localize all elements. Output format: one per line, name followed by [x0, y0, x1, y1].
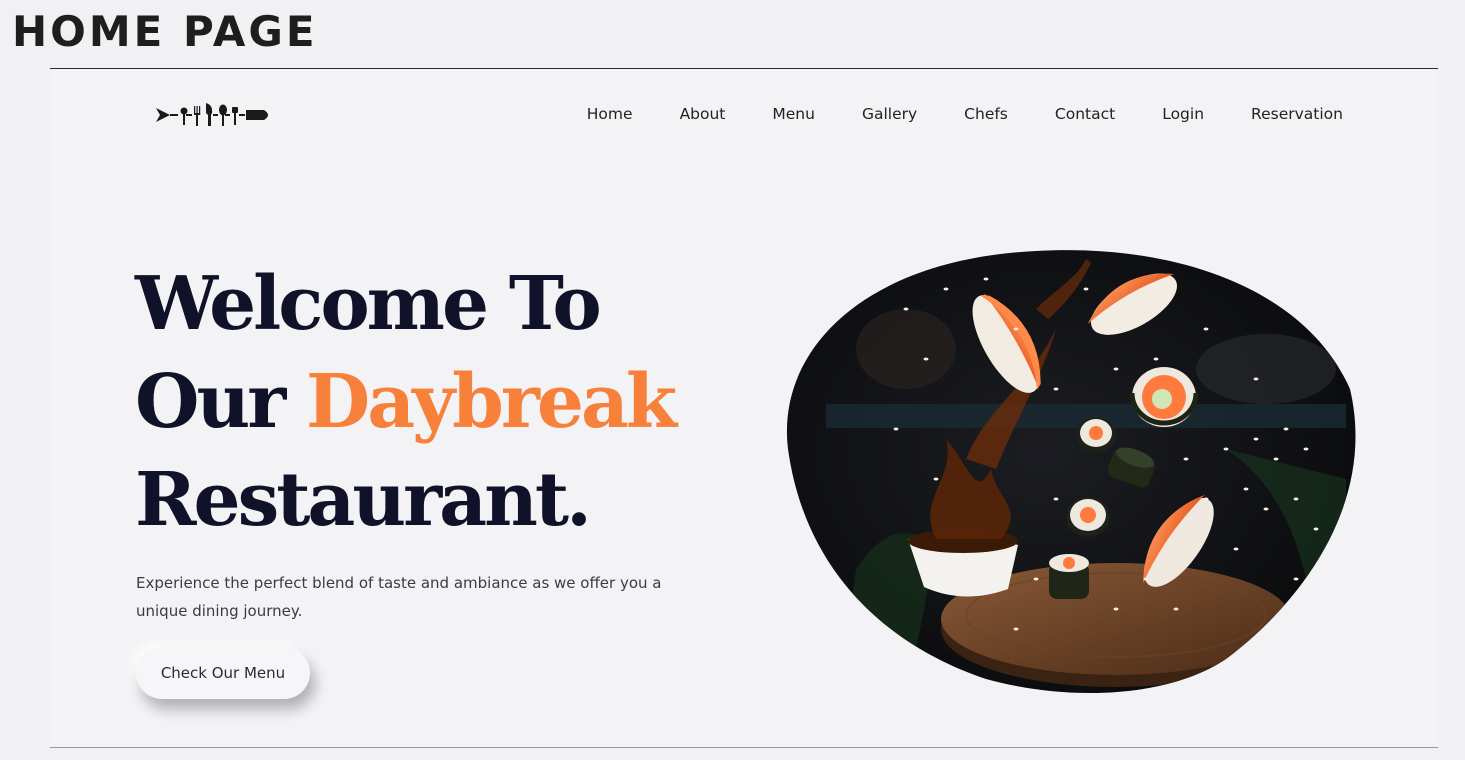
- hero-title: Welcome To Our Daybreak Restaurant.: [135, 255, 677, 549]
- nav-item-chefs[interactable]: Chefs: [964, 103, 1008, 125]
- nav-item-menu[interactable]: Menu: [772, 103, 815, 125]
- page-heading: HOME PAGE: [12, 7, 318, 56]
- flying-sushi-image: [786, 250, 1356, 693]
- cutlery-logo-icon[interactable]: [156, 101, 272, 129]
- website-frame: Home About Menu Gallery Chefs Contact Lo…: [50, 68, 1438, 748]
- nav-item-home[interactable]: Home: [587, 103, 633, 125]
- hero-title-accent: Daybreak: [306, 353, 677, 451]
- nav-item-reservation[interactable]: Reservation: [1251, 103, 1343, 125]
- nav-item-contact[interactable]: Contact: [1055, 103, 1115, 125]
- hero-title-line3: Restaurant.: [135, 457, 592, 543]
- nav-item-about[interactable]: About: [680, 103, 726, 125]
- nav-item-login[interactable]: Login: [1162, 103, 1204, 125]
- hero-description: Experience the perfect blend of taste an…: [136, 574, 662, 620]
- hero-title-line1: Welcome To: [135, 261, 602, 347]
- main-nav: Home About Menu Gallery Chefs Contact Lo…: [540, 103, 1343, 125]
- nav-item-gallery[interactable]: Gallery: [862, 103, 917, 125]
- check-menu-button[interactable]: Check Our Menu: [136, 647, 310, 699]
- hero-title-prefix: Our: [135, 359, 307, 445]
